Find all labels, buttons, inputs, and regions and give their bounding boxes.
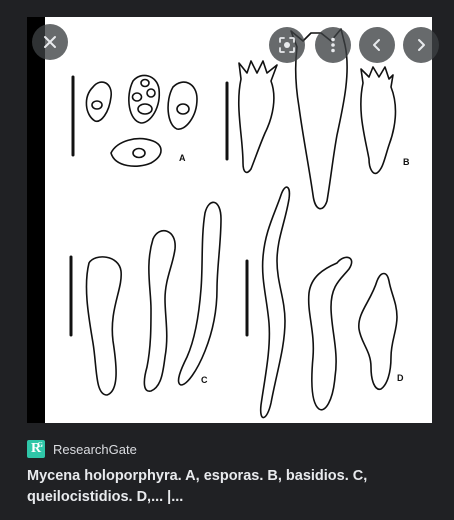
mycena-drawing: A B C D bbox=[69, 28, 410, 419]
cheilocystidium-1 bbox=[85, 256, 122, 396]
next-button[interactable] bbox=[403, 27, 439, 63]
cheilocystidium-2 bbox=[143, 229, 176, 392]
spore-3 bbox=[167, 81, 198, 130]
figure-label-d: D bbox=[397, 373, 404, 383]
lens-button[interactable] bbox=[269, 27, 305, 63]
pleurocystidium-3 bbox=[358, 272, 398, 390]
basidium-3 bbox=[360, 66, 397, 175]
figure-label-a: A bbox=[179, 153, 186, 163]
figure-label-c: C bbox=[201, 375, 208, 385]
researchgate-logo: RG bbox=[27, 440, 45, 458]
pleurocystidium-1 bbox=[259, 186, 291, 419]
close-button[interactable] bbox=[32, 24, 68, 60]
more-options-button[interactable] bbox=[315, 27, 351, 63]
source-name[interactable]: ResearchGate bbox=[53, 442, 137, 457]
chevron-right-icon bbox=[418, 39, 425, 51]
pleurocystidium-2 bbox=[307, 256, 353, 411]
lens-icon bbox=[279, 37, 295, 53]
preview-image[interactable]: A B C D bbox=[45, 17, 432, 423]
basidium-1 bbox=[237, 60, 278, 174]
source-row[interactable]: RG ResearchGate bbox=[27, 439, 137, 459]
chevron-left-icon bbox=[373, 39, 380, 51]
close-icon bbox=[44, 36, 56, 48]
result-title[interactable]: Mycena holoporphyra. A, esporas. B, basi… bbox=[27, 466, 427, 508]
cheilocystidium-3 bbox=[177, 201, 222, 386]
spore-4 bbox=[110, 137, 162, 167]
previous-button[interactable] bbox=[359, 27, 395, 63]
more-vert-icon bbox=[331, 37, 335, 53]
figure-label-b: B bbox=[403, 157, 410, 167]
